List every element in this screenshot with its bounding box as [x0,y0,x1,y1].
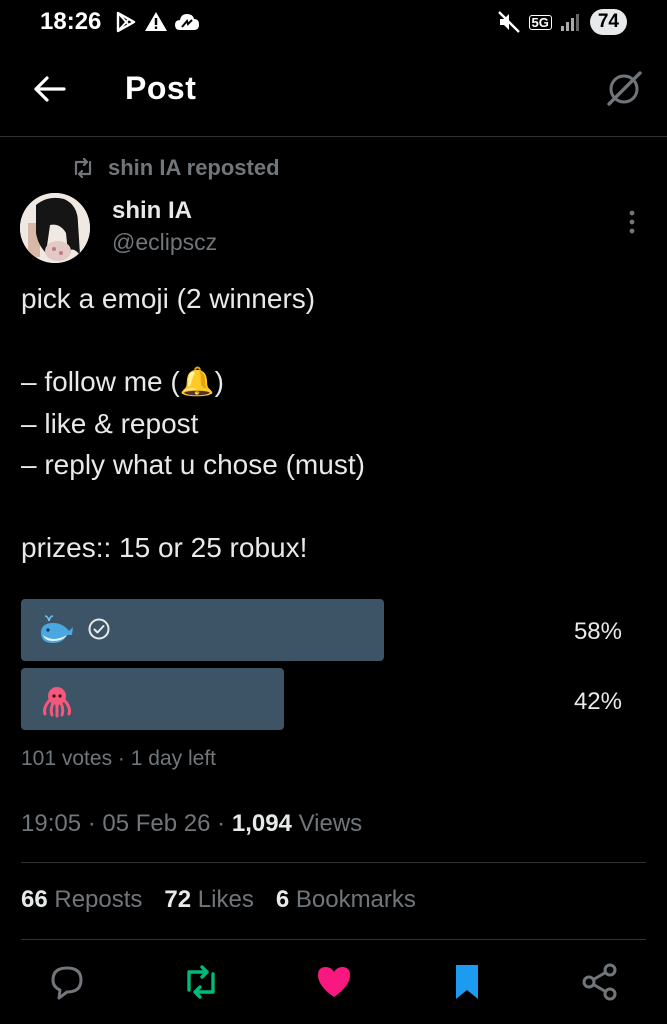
more-options-icon[interactable] [624,208,640,236]
divider [21,862,646,863]
likes-label: Likes [197,886,254,913]
post-date: 05 Feb 26 [102,810,211,837]
reply-icon[interactable] [47,962,87,1002]
bookmark-icon[interactable] [447,962,487,1002]
post-text: pick a emoji (2 winners) – follow me (🔔)… [21,283,365,563]
post-time: 19:05 [21,810,82,837]
reposts-label: Reposts [54,886,143,913]
mute-icon [497,11,520,33]
check-circle-icon [88,618,110,640]
poll-votes: 101 votes [21,747,113,770]
poll-time-left: 1 day left [130,747,216,770]
warning-icon [145,12,167,31]
repost-icon-action[interactable] [181,962,221,1002]
avatar[interactable] [20,193,90,263]
cloud-icon [175,14,199,30]
play-store-icon [116,11,136,33]
reposts-count: 66 [21,886,48,913]
status-right: 5G 74 [497,9,627,35]
divider [21,939,646,940]
poll-percent-octopus: 42% [573,688,622,715]
signal-icon [560,14,579,31]
network-label: 5G [528,14,552,30]
likes-count: 72 [164,886,192,913]
repost-icon [74,158,92,178]
share-icon[interactable] [580,962,620,1002]
bookmarks-label: Bookmarks [295,886,416,913]
views-count: 1,094 [231,810,292,837]
avatar-image [20,193,90,263]
bookmarks-count: 6 [275,886,290,913]
header-divider [0,136,667,137]
status-left-icons [114,10,200,34]
arrow-left-icon[interactable] [30,70,68,108]
bookmarks-stat[interactable]: 6 Bookmarks [276,886,416,914]
dot-separator: · [87,810,96,837]
poll-option-whale[interactable] [21,599,384,661]
post-stats: 66 Reposts 72 Likes 6 Bookmarks [21,886,416,914]
repost-indicator[interactable]: shin IA reposted [72,155,280,181]
views-label: Views [298,810,363,837]
likes-stat[interactable]: 72 Likes [164,886,253,914]
author-handle[interactable]: @eclipscz [112,229,217,256]
octopus-emoji-icon [43,687,71,718]
author-name[interactable]: shin IA [112,197,192,225]
dot-separator: · [217,810,226,837]
poll-meta: 101 votes · 1 day left [21,747,216,771]
whale-emoji-icon [41,615,73,643]
battery-indicator: 74 [589,9,627,35]
repost-label: shin IA reposted [108,155,280,180]
heart-icon[interactable] [314,962,354,1002]
poll-option-octopus[interactable] [21,668,284,730]
post-meta: 19:05 · 05 Feb 26 · 1,094 Views [21,810,362,838]
poll-percent-whale: 58% [573,618,622,645]
page-title: Post [125,70,197,106]
status-time: 18:26 [40,8,102,35]
grok-icon[interactable] [604,68,644,108]
dot-separator: · [117,747,125,770]
reposts-stat[interactable]: 66 Reposts [21,886,142,914]
